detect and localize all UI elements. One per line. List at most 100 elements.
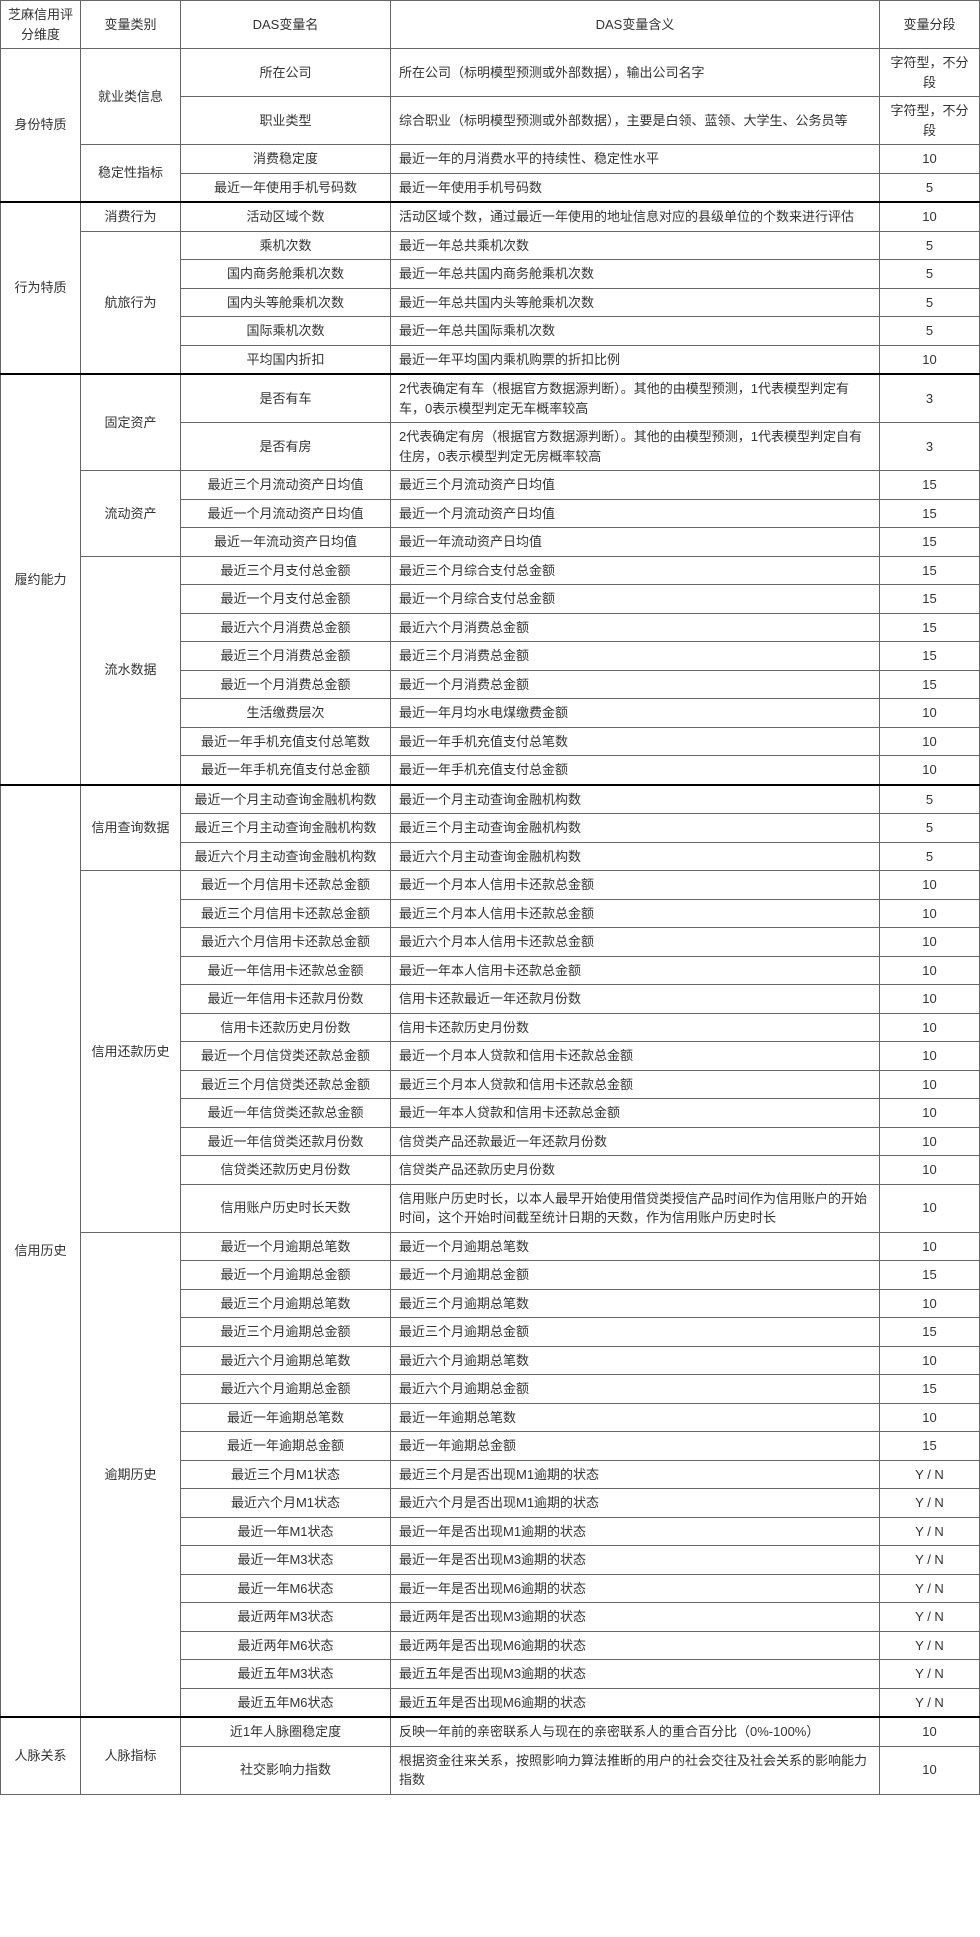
cell-segment: 字符型，不分段 (880, 49, 980, 97)
cell-meaning: 最近一年是否出现M6逾期的状态 (391, 1574, 880, 1603)
credit-variable-table: 芝麻信用评分维度 变量类别 DAS变量名 DAS变量含义 变量分段 身份特质就业… (0, 0, 980, 1795)
cell-meaning: 最近三个月流动资产日均值 (391, 471, 880, 500)
cell-category: 航旅行为 (81, 231, 181, 374)
cell-segment: Y / N (880, 1489, 980, 1518)
cell-meaning: 最近六个月是否出现M1逾期的状态 (391, 1489, 880, 1518)
cell-meaning: 最近一年本人信用卡还款总金额 (391, 956, 880, 985)
cell-segment: 5 (880, 231, 980, 260)
cell-meaning: 最近三个月本人信用卡还款总金额 (391, 899, 880, 928)
table-row: 航旅行为乘机次数最近一年总共乘机次数5 (1, 231, 980, 260)
cell-meaning: 最近三个月综合支付总金额 (391, 556, 880, 585)
cell-segment: 15 (880, 670, 980, 699)
cell-segment: Y / N (880, 1460, 980, 1489)
cell-variable: 职业类型 (181, 97, 391, 145)
cell-meaning: 反映一年前的亲密联系人与现在的亲密联系人的重合百分比（0%-100%） (391, 1717, 880, 1746)
cell-meaning: 最近六个月逾期总金额 (391, 1375, 880, 1404)
cell-dimension: 履约能力 (1, 374, 81, 785)
cell-segment: 15 (880, 642, 980, 671)
cell-variable: 所在公司 (181, 49, 391, 97)
cell-variable: 最近一年信贷类还款月份数 (181, 1127, 391, 1156)
cell-variable: 最近两年M6状态 (181, 1631, 391, 1660)
table-row: 流水数据最近三个月支付总金额最近三个月综合支付总金额15 (1, 556, 980, 585)
table-header-row: 芝麻信用评分维度 变量类别 DAS变量名 DAS变量含义 变量分段 (1, 1, 980, 49)
cell-meaning: 最近一个月综合支付总金额 (391, 585, 880, 614)
cell-meaning: 2代表确定有车（根据官方数据源判断）。其他的由模型预测，1代表模型判定有车，0表… (391, 374, 880, 423)
cell-dimension: 行为特质 (1, 202, 81, 374)
cell-meaning: 最近两年是否出现M6逾期的状态 (391, 1631, 880, 1660)
cell-segment: 10 (880, 1127, 980, 1156)
cell-variable: 最近一年逾期总笔数 (181, 1403, 391, 1432)
cell-segment: Y / N (880, 1688, 980, 1717)
cell-variable: 近1年人脉圈稳定度 (181, 1717, 391, 1746)
cell-segment: 15 (880, 585, 980, 614)
cell-meaning: 最近一年使用手机号码数 (391, 173, 880, 202)
cell-segment: 15 (880, 1432, 980, 1461)
cell-category: 信用还款历史 (81, 871, 181, 1233)
cell-segment: 10 (880, 956, 980, 985)
cell-meaning: 信用卡还款最近一年还款月份数 (391, 985, 880, 1014)
cell-dimension: 人脉关系 (1, 1717, 81, 1794)
cell-meaning: 最近三个月本人贷款和信用卡还款总金额 (391, 1070, 880, 1099)
cell-segment: 15 (880, 613, 980, 642)
cell-variable: 最近三个月主动查询金融机构数 (181, 814, 391, 843)
cell-variable: 最近三个月消费总金额 (181, 642, 391, 671)
cell-variable: 最近一年逾期总金额 (181, 1432, 391, 1461)
cell-variable: 最近一年手机充值支付总笔数 (181, 727, 391, 756)
cell-variable: 最近三个月支付总金额 (181, 556, 391, 585)
cell-variable: 最近两年M3状态 (181, 1603, 391, 1632)
cell-variable: 国际乘机次数 (181, 317, 391, 346)
cell-variable: 最近一年信用卡还款月份数 (181, 985, 391, 1014)
cell-segment: 5 (880, 842, 980, 871)
cell-segment: 5 (880, 288, 980, 317)
cell-variable: 最近一年M1状态 (181, 1517, 391, 1546)
cell-meaning: 信用账户历史时长，以本人最早开始使用借贷类授信产品时间作为信用账户的开始时间，这… (391, 1184, 880, 1232)
cell-variable: 社交影响力指数 (181, 1746, 391, 1794)
cell-variable: 最近三个月流动资产日均值 (181, 471, 391, 500)
cell-segment: 10 (880, 1717, 980, 1746)
cell-meaning: 最近一年流动资产日均值 (391, 528, 880, 557)
cell-meaning: 最近三个月逾期总金额 (391, 1318, 880, 1347)
cell-meaning: 最近一个月主动查询金融机构数 (391, 785, 880, 814)
cell-variable: 信用卡还款历史月份数 (181, 1013, 391, 1042)
cell-variable: 最近一个月流动资产日均值 (181, 499, 391, 528)
cell-variable: 信用账户历史时长天数 (181, 1184, 391, 1232)
cell-meaning: 最近三个月主动查询金融机构数 (391, 814, 880, 843)
cell-segment: Y / N (880, 1603, 980, 1632)
cell-variable: 最近三个月逾期总金额 (181, 1318, 391, 1347)
table-row: 流动资产最近三个月流动资产日均值最近三个月流动资产日均值15 (1, 471, 980, 500)
cell-segment: 10 (880, 871, 980, 900)
cell-variable: 最近三个月逾期总笔数 (181, 1289, 391, 1318)
table-row: 人脉关系人脉指标近1年人脉圈稳定度反映一年前的亲密联系人与现在的亲密联系人的重合… (1, 1717, 980, 1746)
cell-variable: 最近一年信贷类还款总金额 (181, 1099, 391, 1128)
cell-variable: 最近六个月消费总金额 (181, 613, 391, 642)
cell-meaning: 最近六个月消费总金额 (391, 613, 880, 642)
cell-segment: 15 (880, 528, 980, 557)
cell-variable: 最近一年M3状态 (181, 1546, 391, 1575)
cell-segment: 10 (880, 699, 980, 728)
cell-meaning: 信贷类产品还款历史月份数 (391, 1156, 880, 1185)
cell-segment: 10 (880, 1289, 980, 1318)
cell-meaning: 最近一年总共乘机次数 (391, 231, 880, 260)
cell-meaning: 最近一个月流动资产日均值 (391, 499, 880, 528)
cell-variable: 最近六个月信用卡还款总金额 (181, 928, 391, 957)
cell-segment: 10 (880, 345, 980, 374)
cell-meaning: 最近一年总共国际乘机次数 (391, 317, 880, 346)
cell-meaning: 最近两年是否出现M3逾期的状态 (391, 1603, 880, 1632)
cell-segment: 5 (880, 173, 980, 202)
cell-meaning: 最近一年本人贷款和信用卡还款总金额 (391, 1099, 880, 1128)
cell-category: 消费行为 (81, 202, 181, 231)
cell-variable: 平均国内折扣 (181, 345, 391, 374)
cell-variable: 最近一年流动资产日均值 (181, 528, 391, 557)
cell-variable: 最近一年手机充值支付总金额 (181, 756, 391, 785)
table-row: 逾期历史最近一个月逾期总笔数最近一个月逾期总笔数10 (1, 1232, 980, 1261)
cell-meaning: 最近一年是否出现M3逾期的状态 (391, 1546, 880, 1575)
cell-meaning: 活动区域个数，通过最近一年使用的地址信息对应的县级单位的个数来进行评估 (391, 202, 880, 231)
cell-segment: 10 (880, 1403, 980, 1432)
cell-segment: 10 (880, 928, 980, 957)
cell-segment: 10 (880, 985, 980, 1014)
cell-category: 就业类信息 (81, 49, 181, 145)
cell-meaning: 所在公司（标明模型预测或外部数据），输出公司名字 (391, 49, 880, 97)
cell-category: 流动资产 (81, 471, 181, 557)
cell-meaning: 最近一年是否出现M1逾期的状态 (391, 1517, 880, 1546)
cell-variable: 最近五年M3状态 (181, 1660, 391, 1689)
